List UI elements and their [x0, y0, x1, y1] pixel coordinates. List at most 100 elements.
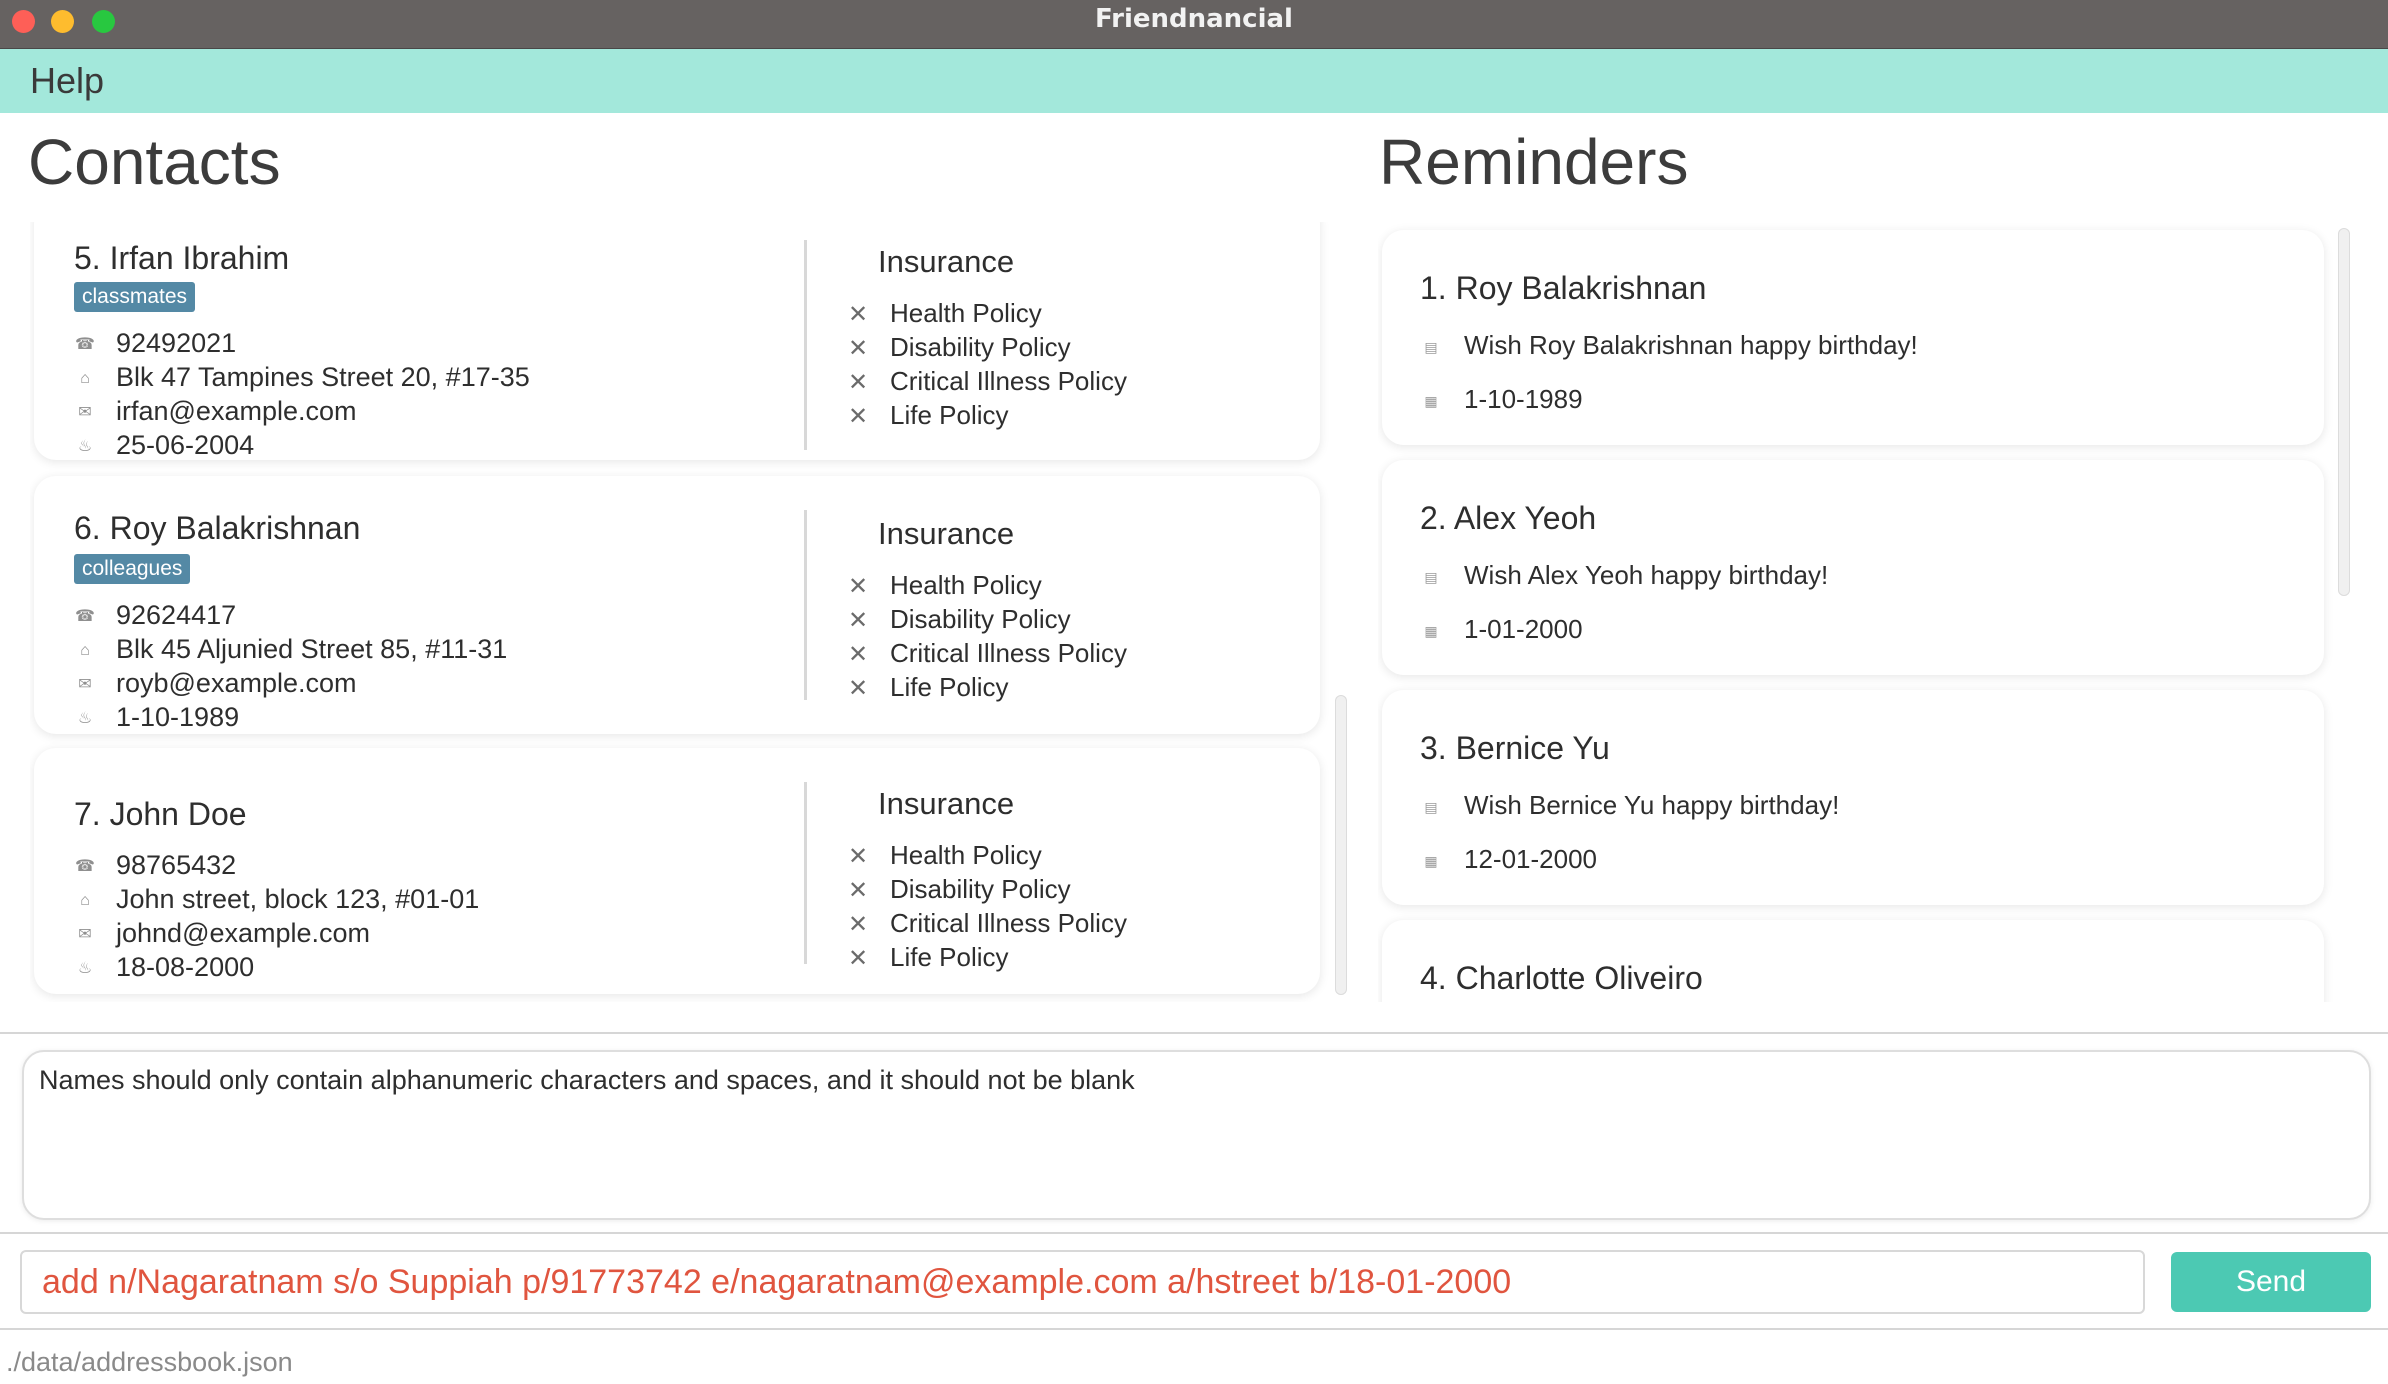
reminder-name: 2. Alex Yeoh [1420, 500, 1597, 536]
policy-name: Disability Policy [890, 874, 1071, 904]
policy-item: ✕ Disability Policy [848, 872, 1071, 906]
date-value: 12-01-2000 [1464, 844, 1597, 874]
reminder-message: ▤ Wish Alex Yeoh happy birthday! [1422, 558, 1828, 592]
home-icon: ⌂ [80, 891, 90, 909]
policy-item: ✕ Critical Illness Policy [848, 906, 1127, 940]
policy-item: ✕ Life Policy [848, 670, 1009, 704]
contact-birthday: ♨ 25-06-2004 [74, 428, 254, 462]
phone-icon: ☎ [75, 607, 95, 625]
help-menu[interactable]: Help [30, 49, 104, 113]
phone-value: 92492021 [116, 328, 237, 358]
policy-item: ✕ Health Policy [848, 838, 1042, 872]
contact-email: ✉ irfan@example.com [74, 394, 357, 428]
reminder-message: ▤ Wish Bernice Yu happy birthday! [1422, 788, 1839, 822]
contacts-title: Contacts [28, 126, 281, 198]
contact-phone: ☎ 92624417 [74, 598, 236, 632]
policy-item: ✕ Critical Illness Policy [848, 364, 1127, 398]
reminder-date: ▦ 1-01-2000 [1422, 612, 1583, 646]
date-value: 1-10-1989 [1464, 384, 1583, 414]
policy-name: Life Policy [890, 400, 1009, 430]
calendar-icon: ▦ [1424, 623, 1438, 640]
policy-item: ✕ Health Policy [848, 296, 1042, 330]
reminder-date: ▦ 12-01-2000 [1422, 842, 1597, 876]
home-icon: ⌂ [80, 641, 90, 659]
policy-item: ✕ Life Policy [848, 398, 1009, 432]
note-icon: ▤ [1424, 339, 1438, 356]
policy-name: Disability Policy [890, 604, 1071, 634]
reminder-card[interactable]: 1. Roy Balakrishnan ▤ Wish Roy Balakrishn… [1382, 230, 2324, 445]
contact-phone: ☎ 92492021 [74, 326, 236, 360]
command-input[interactable] [20, 1250, 2145, 1314]
calendar-icon: ▦ [1424, 853, 1438, 870]
reminder-name: 1. Roy Balakrishnan [1420, 270, 1707, 306]
policy-item: ✕ Disability Policy [848, 330, 1071, 364]
reminders-list[interactable]: 1. Roy Balakrishnan ▤ Wish Roy Balakrishn… [1378, 222, 2338, 1002]
note-icon: ▤ [1424, 799, 1438, 816]
cross-icon: ✕ [848, 301, 869, 328]
address-value: John street, block 123, #01-01 [116, 884, 480, 914]
reminder-name: 3. Bernice Yu [1420, 730, 1610, 766]
policy-item: ✕ Life Policy [848, 940, 1009, 974]
reminder-card[interactable]: 3. Bernice Yu ▤ Wish Bernice Yu happy bir… [1382, 690, 2324, 905]
cross-icon: ✕ [848, 675, 869, 702]
email-icon: ✉ [78, 675, 92, 693]
policy-name: Critical Illness Policy [890, 908, 1127, 938]
result-display[interactable]: Names should only contain alphanumeric c… [22, 1050, 2371, 1220]
contact-email: ✉ royb@example.com [74, 666, 357, 700]
result-message: Names should only contain alphanumeric c… [39, 1065, 1135, 1095]
phone-value: 92624417 [116, 600, 237, 630]
birthday-value: 25-06-2004 [116, 430, 255, 460]
cross-icon: ✕ [848, 945, 869, 972]
contact-card[interactable]: 7. John Doe ☎ 98765432 ⌂ John street, bloc… [34, 748, 1320, 994]
contact-name: 6. Roy Balakrishnan [74, 510, 361, 546]
reminders-scrollbar[interactable] [2338, 228, 2350, 596]
window-title: Friendnancial [1095, 4, 1293, 34]
email-value: royb@example.com [116, 668, 357, 698]
message-value: Wish Roy Balakrishnan happy birthday! [1464, 330, 1918, 360]
status-bar-path: ./data/addressbook.json [6, 1347, 293, 1377]
policy-name: Health Policy [890, 298, 1042, 328]
date-value: 1-01-2000 [1464, 614, 1583, 644]
cross-icon: ✕ [848, 403, 869, 430]
contact-tag: colleagues [74, 554, 191, 584]
policy-item: ✕ Critical Illness Policy [848, 636, 1127, 670]
policy-item: ✕ Health Policy [848, 568, 1042, 602]
contacts-list[interactable]: 5. Irfan Ibrahim classmates ☎ 92492021 ⌂ B… [30, 222, 1330, 1002]
cross-icon: ✕ [848, 369, 869, 396]
phone-icon: ☎ [75, 335, 95, 353]
policy-name: Health Policy [890, 840, 1042, 870]
note-icon: ▤ [1424, 569, 1438, 586]
phone-value: 98765432 [116, 850, 237, 880]
calendar-icon: ▦ [1424, 393, 1438, 410]
contact-address: ⌂ Blk 45 Aljunied Street 85, #11-31 [74, 632, 507, 666]
contact-card[interactable]: 6. Roy Balakrishnan colleagues ☎ 92624417… [34, 476, 1320, 734]
contact-card[interactable]: 5. Irfan Ibrahim classmates ☎ 92492021 ⌂ B… [34, 222, 1320, 460]
phone-icon: ☎ [75, 857, 95, 875]
policy-name: Disability Policy [890, 332, 1071, 362]
card-divider [804, 240, 807, 450]
policy-item: ✕ Disability Policy [848, 602, 1071, 636]
cross-icon: ✕ [848, 911, 869, 938]
policy-name: Critical Illness Policy [890, 638, 1127, 668]
contact-birthday: ♨ 18-08-2000 [74, 950, 254, 984]
reminder-card[interactable]: 2. Alex Yeoh ▤ Wish Alex Yeoh happy birth… [1382, 460, 2324, 675]
card-divider [804, 510, 807, 700]
card-divider [804, 782, 807, 964]
cross-icon: ✕ [848, 877, 869, 904]
reminder-card[interactable]: 4. Charlotte Oliveiro [1382, 920, 2324, 1002]
contact-birthday: ♨ 1-10-1989 [74, 700, 239, 734]
contact-tag: classmates [74, 282, 196, 312]
message-value: Wish Alex Yeoh happy birthday! [1464, 560, 1829, 590]
home-icon: ⌂ [80, 369, 90, 387]
policy-name: Critical Illness Policy [890, 366, 1127, 396]
send-button[interactable]: Send [2171, 1252, 2371, 1312]
cross-icon: ✕ [848, 573, 869, 600]
email-icon: ✉ [78, 925, 92, 943]
divider [0, 1328, 2388, 1330]
cross-icon: ✕ [848, 335, 869, 362]
contacts-scrollbar[interactable] [1335, 695, 1347, 995]
email-value: irfan@example.com [116, 396, 357, 426]
insurance-heading: Insurance [878, 516, 1015, 551]
divider [0, 1032, 2388, 1034]
menu-bar: Help [0, 49, 2388, 113]
